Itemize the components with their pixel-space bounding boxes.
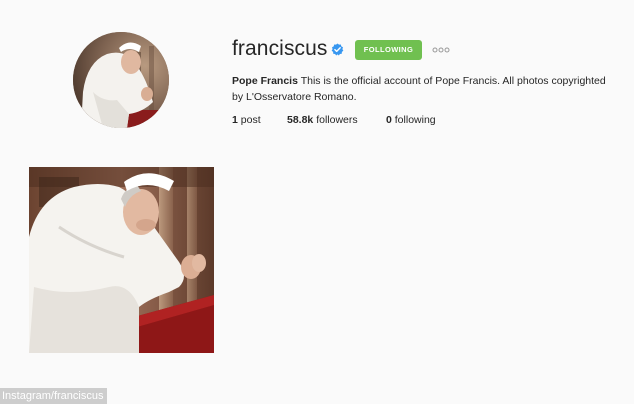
profile-full-name: Pope Francis: [232, 75, 298, 87]
following-count: 0: [386, 114, 392, 126]
image-credit: Instagram/franciscus: [0, 388, 108, 404]
profile-avatar: [73, 32, 169, 128]
posts-count: 1: [232, 114, 238, 126]
avatar-image: [73, 32, 169, 128]
more-options-icon[interactable]: [432, 45, 450, 55]
post-thumbnail[interactable]: [29, 167, 214, 353]
followers-stat[interactable]: 58.8k followers: [287, 113, 358, 127]
verified-badge-icon: [331, 43, 344, 56]
following-stat[interactable]: 0 following: [386, 113, 436, 127]
posts-label: post: [240, 114, 261, 126]
following-button[interactable]: FOLLOWING: [355, 40, 422, 60]
followers-label: followers: [316, 114, 358, 126]
posts-stat: 1 post: [232, 113, 261, 127]
profile-bio: Pope Francis This is the official accoun…: [232, 74, 617, 105]
profile-username: franciscus: [232, 37, 328, 60]
followers-count: 58.8k: [287, 114, 314, 126]
post-image: [29, 167, 214, 353]
following-label: following: [394, 114, 436, 126]
